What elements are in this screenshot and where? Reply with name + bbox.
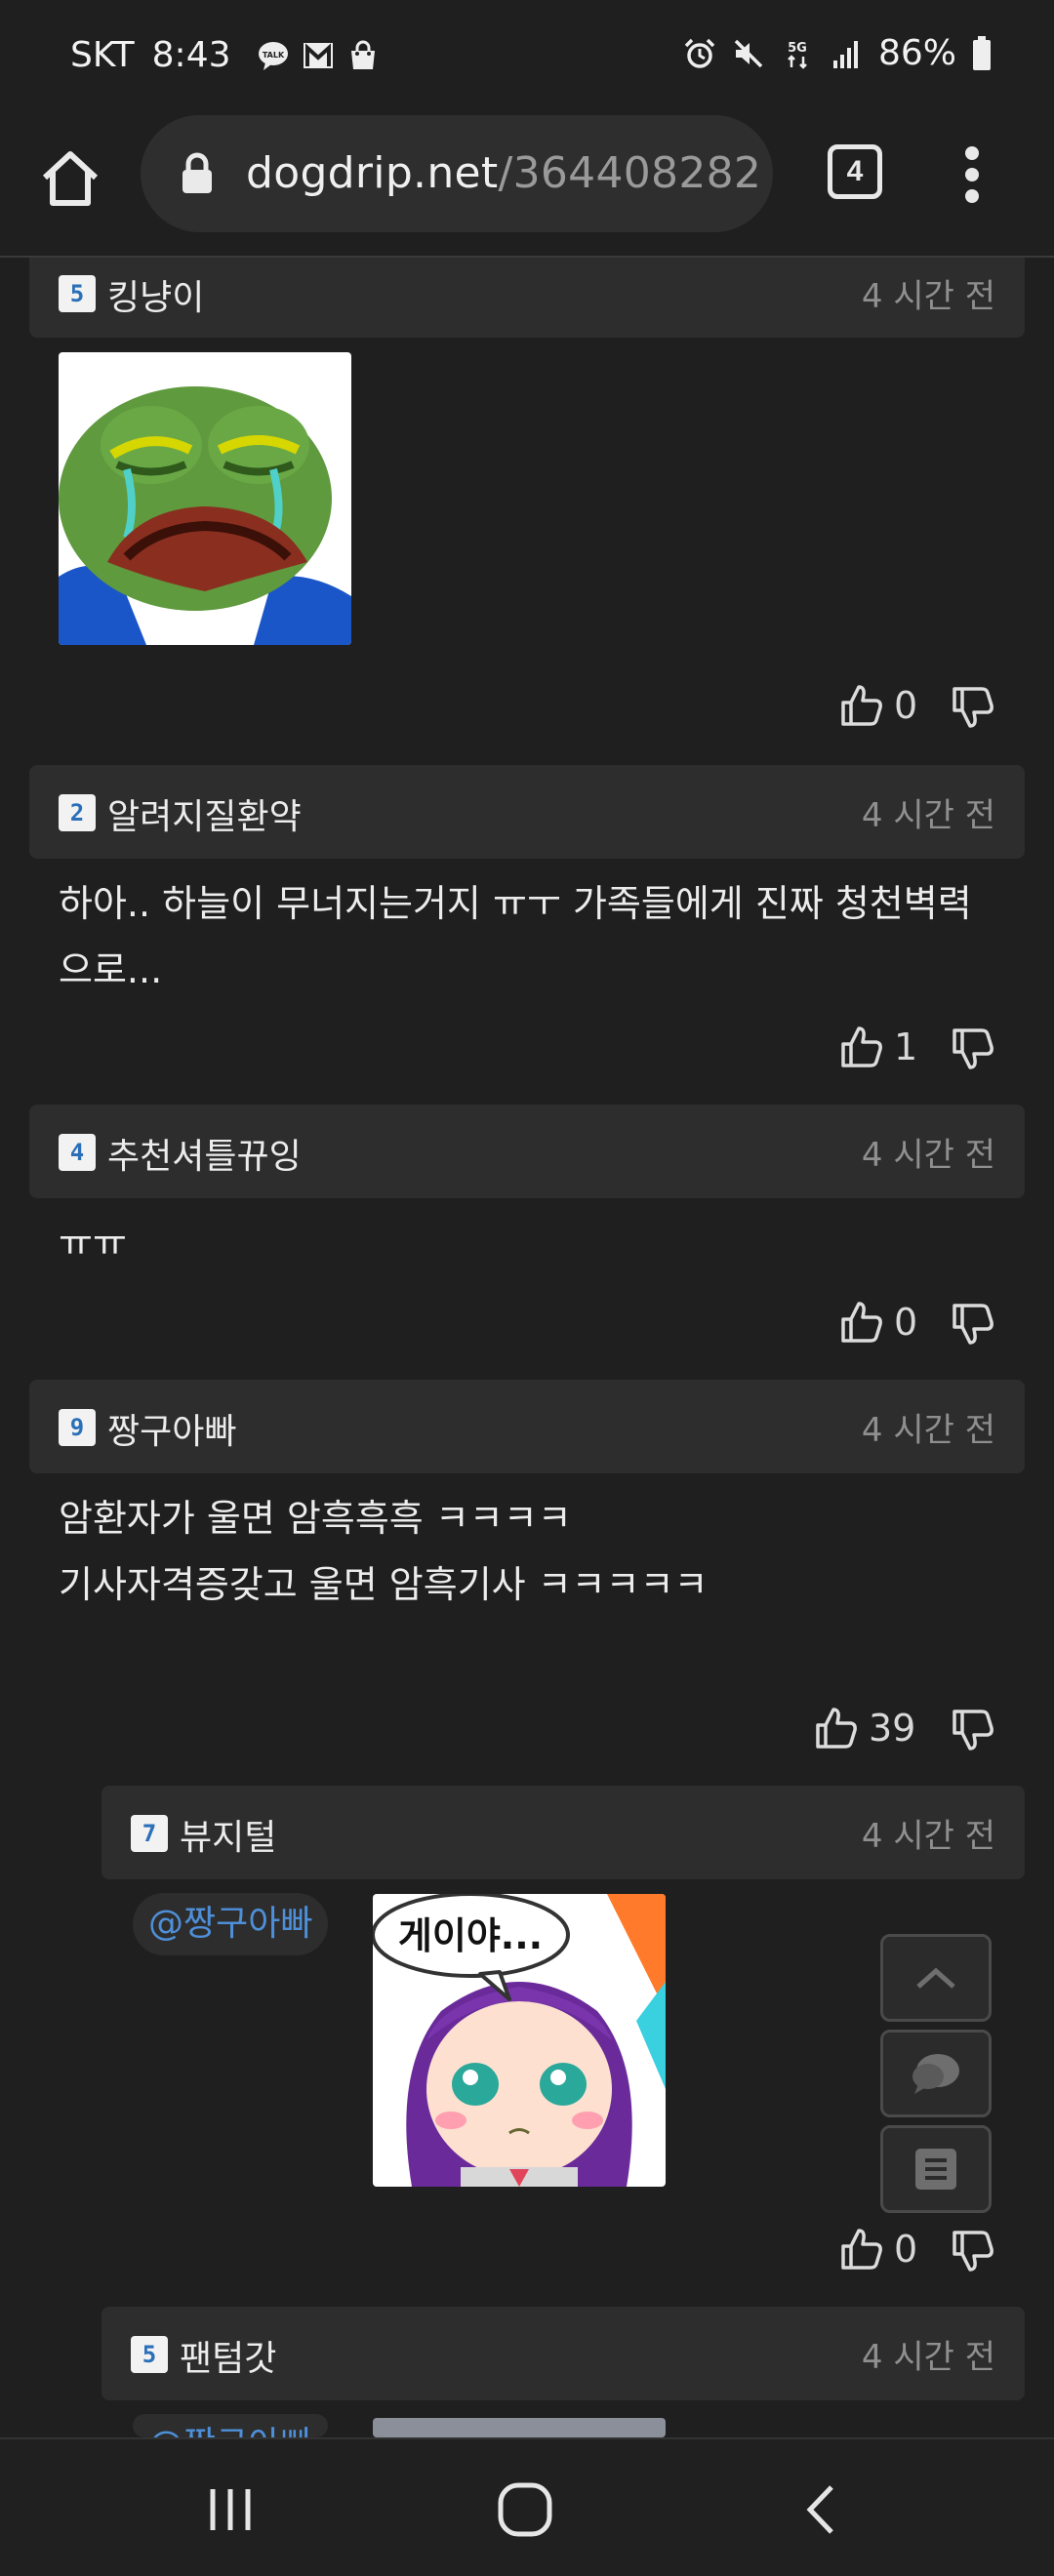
comment-author[interactable]: 킹냥이 xyxy=(107,269,204,320)
comment-line: 하아.. 하늘이 무너지는거지 ㅠㅜ 가족들에게 진짜 청천벽력 xyxy=(59,882,972,925)
thumbs-down-icon[interactable] xyxy=(951,2229,995,2274)
carrier-label: SKT xyxy=(70,35,135,75)
thumbs-up-icon xyxy=(841,1302,882,1343)
like-button[interactable]: 39 xyxy=(814,1706,915,1751)
scroll-top-button[interactable] xyxy=(880,1934,992,2022)
scroll-top-icon xyxy=(916,1967,955,1989)
5g-icon: 5G xyxy=(788,41,807,69)
comment-author[interactable]: 짱구아빠 xyxy=(107,1403,236,1454)
level-badge: 5 xyxy=(59,275,96,312)
sticker-caption: 게이야... xyxy=(398,1914,543,1957)
like-count: 0 xyxy=(894,2228,918,2271)
comment-author[interactable]: 뷰지털 xyxy=(180,1809,276,1860)
browser-toolbar: dogdrip.net/364408282 4 xyxy=(0,115,1054,258)
thumbs-up-icon xyxy=(841,685,882,726)
level-badge: 4 xyxy=(59,1134,96,1171)
comment-author[interactable]: 팬텀갓 xyxy=(180,2330,276,2381)
comment-icon xyxy=(912,2054,959,2094)
back-nav-button[interactable] xyxy=(789,2478,851,2541)
comment-time: 4 시간 전 xyxy=(861,796,995,835)
comment-header: 2 알려지질환약 4 시간 전 xyxy=(29,765,1025,859)
comment-line: 기사자격증갖고 울면 암흑기사 ㅋㅋㅋㅋㅋ xyxy=(59,1563,709,1606)
thumbs-down-icon[interactable] xyxy=(951,685,995,730)
mute-icon xyxy=(734,39,763,67)
comment-author[interactable]: 알려지질환약 xyxy=(107,788,302,839)
like-count: 1 xyxy=(894,1026,918,1068)
thumbs-down-icon[interactable] xyxy=(951,1708,995,1752)
mention-tag[interactable]: @짱구아빠 xyxy=(133,2414,329,2437)
like-button[interactable]: 0 xyxy=(839,2227,917,2272)
url-host: dogdrip.net xyxy=(246,148,499,198)
battery-percent: 86% xyxy=(877,33,956,73)
clock: 8:43 xyxy=(151,35,231,75)
comment-time: 4 시간 전 xyxy=(861,277,995,316)
recent-apps-button[interactable] xyxy=(199,2478,262,2541)
image-thumbnail[interactable] xyxy=(373,2418,666,2437)
comment-time: 4 시간 전 xyxy=(861,1411,995,1450)
back-icon xyxy=(806,2485,833,2534)
comment-author[interactable]: 추천셔틀뀨잉 xyxy=(107,1128,302,1179)
mention-tag[interactable]: @짱구아빠 xyxy=(133,1893,329,1955)
like-button[interactable]: 0 xyxy=(839,1300,917,1345)
status-bar: SKT 8:43 TALK 5G 86% xyxy=(0,0,1054,115)
thumbs-up-icon xyxy=(841,1026,882,1067)
home-nav-button[interactable] xyxy=(494,2478,556,2541)
thumbs-up-icon xyxy=(816,1708,857,1749)
level-badge: 9 xyxy=(59,1409,96,1446)
level-badge: 5 xyxy=(131,2336,168,2373)
comment-time: 4 시간 전 xyxy=(861,2338,995,2377)
level-badge: 7 xyxy=(131,1815,168,1852)
comment-line: ㅠㅠ xyxy=(59,1222,127,1265)
thumbs-down-icon[interactable] xyxy=(951,1302,995,1347)
comment-text: 암환자가 울면 암흑흑흑 ㅋㅋㅋㅋ 기사자격증갖고 울면 암흑기사 ㅋㅋㅋㅋㅋ xyxy=(59,1485,1025,1618)
like-button[interactable]: 1 xyxy=(839,1025,917,1069)
talk-icon: TALK xyxy=(258,41,288,70)
shopping-bag-icon xyxy=(350,40,375,69)
reply-header: 7 뷰지털 4 시간 전 xyxy=(101,1786,1025,1879)
anime-girl-sticker[interactable]: 게이야... xyxy=(373,1894,666,2187)
address-bar[interactable]: dogdrip.net/364408282 xyxy=(141,115,773,232)
thumbs-down-icon[interactable] xyxy=(951,1026,995,1071)
level-badge: 2 xyxy=(59,794,96,831)
comment-header: 4 추천셔틀뀨잉 4 시간 전 xyxy=(29,1105,1025,1198)
signal-icon xyxy=(832,40,858,68)
comment-header: 9 짱구아빠 4 시간 전 xyxy=(29,1380,1025,1473)
url-path: /364408282 xyxy=(498,148,762,198)
thumbs-up-icon xyxy=(841,2229,882,2270)
list-icon xyxy=(915,2149,956,2190)
reply-header: 5 팬텀갓 4 시간 전 xyxy=(101,2307,1025,2400)
comment-line: 암환자가 울면 암흑흑흑 ㅋㅋㅋㅋ xyxy=(59,1497,572,1540)
system-nav-bar xyxy=(0,2437,1054,2576)
url-text[interactable]: dogdrip.net/364408282 xyxy=(246,148,761,198)
tab-switcher-button[interactable]: 4 xyxy=(828,144,882,199)
like-count: 39 xyxy=(869,1707,916,1750)
list-button[interactable] xyxy=(880,2125,992,2213)
comment-text: ㅠㅠ xyxy=(59,1210,1025,1276)
gmail-icon xyxy=(303,42,333,68)
like-count: 0 xyxy=(894,1301,918,1344)
like-count: 0 xyxy=(894,684,918,727)
lock-icon xyxy=(182,152,212,193)
alarm-icon xyxy=(684,38,715,68)
crying-frog-sticker[interactable] xyxy=(59,352,351,645)
home-icon[interactable] xyxy=(35,142,105,213)
home-circle-icon xyxy=(498,2482,552,2537)
comment-text: 하아.. 하늘이 무너지는거지 ㅠㅜ 가족들에게 진짜 청천벽력 으로... xyxy=(59,870,1025,1003)
comment-button[interactable] xyxy=(880,2030,992,2117)
battery-icon xyxy=(973,35,991,70)
svg-text:5G: 5G xyxy=(788,41,807,56)
comment-line: 으로... xyxy=(59,948,163,991)
recent-apps-icon xyxy=(210,2489,251,2530)
like-button[interactable]: 0 xyxy=(839,683,917,728)
overflow-menu-icon[interactable] xyxy=(953,141,992,209)
comment-time: 4 시간 전 xyxy=(861,1136,995,1175)
comment-time: 4 시간 전 xyxy=(861,1817,995,1856)
comment-header: 5 킹냥이 4 시간 전 xyxy=(29,258,1025,338)
svg-text:TALK: TALK xyxy=(262,51,284,60)
